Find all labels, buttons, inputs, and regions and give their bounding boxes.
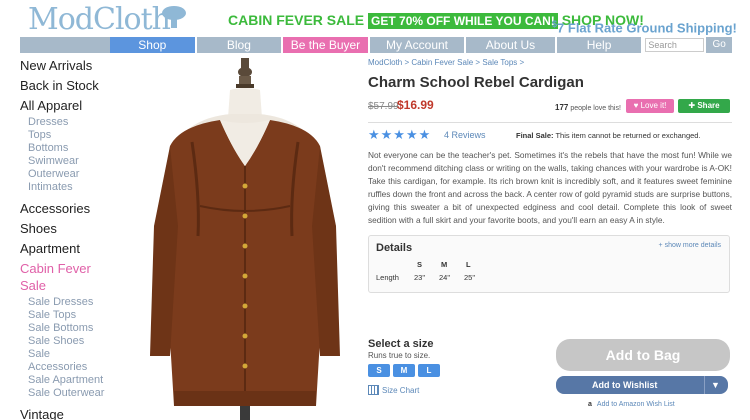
- price-row: $57.99 $16.99 177 people love this! ♥ Lo…: [368, 96, 732, 118]
- wishlist-separator: [704, 376, 705, 394]
- show-more-details-link[interactable]: + show more details: [659, 242, 721, 249]
- chevron-down-icon[interactable]: ▼: [711, 376, 720, 394]
- product-info: ModCloth > Cabin Fever Sale > Sale Tops …: [368, 58, 732, 293]
- promo-highlight: GET 70% OFF WHILE YOU CAN!: [368, 13, 558, 29]
- promo-text: CABIN FEVER SALE: [228, 12, 365, 28]
- size-chart-icon: [368, 385, 379, 395]
- sidebar-sale-shoes[interactable]: Sale Shoes: [20, 335, 140, 348]
- love-it-label: Love it!: [640, 101, 667, 110]
- mushroom-logo-icon: [162, 6, 186, 28]
- breadcrumb-sale-tops[interactable]: Sale Tops: [482, 58, 517, 67]
- select-size-title: Select a size: [368, 338, 434, 350]
- final-sale-label: Final Sale:: [516, 131, 554, 140]
- nav-blog[interactable]: Blog: [196, 37, 282, 53]
- size-m-button[interactable]: M: [393, 364, 415, 377]
- nav-shop[interactable]: Shop: [110, 37, 195, 53]
- header: ModCloth CABIN FEVER SALE GET 70% OFF WH…: [0, 0, 750, 37]
- sidebar-sale[interactable]: Sale: [20, 276, 140, 296]
- share-button[interactable]: ✚ Share: [678, 99, 730, 113]
- sidebar-bottoms[interactable]: Bottoms: [20, 142, 140, 155]
- divider: [368, 122, 732, 123]
- size-buttons: S M L: [368, 364, 548, 377]
- details-title: Details: [376, 242, 413, 254]
- sidebar-shoes[interactable]: Shoes: [20, 219, 140, 239]
- nav-help[interactable]: Help: [556, 37, 642, 53]
- search-input[interactable]: Search: [645, 38, 705, 52]
- length-l: 25": [464, 273, 476, 282]
- sale-price: $16.99: [397, 98, 434, 112]
- cardigan-on-dress-form-image: [150, 58, 340, 420]
- sidebar-sale-outerwear[interactable]: Sale Outerwear: [20, 387, 140, 400]
- sidebar-new-arrivals[interactable]: New Arrivals: [20, 56, 140, 76]
- modcloth-logo[interactable]: ModCloth: [28, 2, 171, 37]
- sidebar-intimates[interactable]: Intimates: [20, 181, 140, 194]
- size-chart-link[interactable]: Size Chart: [368, 385, 548, 395]
- sidebar-vintage[interactable]: Vintage: [20, 405, 140, 420]
- length-label: Length: [376, 273, 399, 282]
- size-selector: Select a size Runs true to size. S M L S…: [368, 338, 548, 395]
- final-sale-text: This item cannot be returned or exchange…: [555, 131, 701, 140]
- sidebar-tops[interactable]: Tops: [20, 129, 140, 142]
- length-m: 24": [439, 273, 451, 282]
- sidebar-back-in-stock[interactable]: Back in Stock: [20, 76, 140, 96]
- shipping-amount: 7: [557, 20, 565, 36]
- length-s: 23": [414, 273, 426, 282]
- size-header-s: S: [417, 260, 423, 269]
- runs-true-note: Runs true to size.: [368, 351, 431, 360]
- final-sale-notice: Final Sale: This item cannot be returned…: [516, 131, 701, 140]
- rating-row: ★★★★★ 4 Reviews Final Sale: This item ca…: [368, 126, 732, 146]
- details-panel: Details + show more details S M L Length…: [368, 235, 730, 293]
- nav-my-account[interactable]: My Account: [369, 37, 465, 53]
- share-label: Share: [697, 101, 720, 110]
- search-go-button[interactable]: Go: [706, 37, 732, 53]
- breadcrumb-cabin-fever-sale[interactable]: Cabin Fever Sale: [411, 58, 473, 67]
- sidebar-sale-apartment[interactable]: Sale Apartment: [20, 374, 140, 387]
- sidebar-sale-bottoms[interactable]: Sale Bottoms: [20, 322, 140, 335]
- size-chart-label: Size Chart: [382, 385, 420, 395]
- main-nav: Shop Blog Be the Buyer My Account About …: [20, 37, 732, 53]
- reviews-link[interactable]: 4 Reviews: [444, 130, 486, 140]
- sidebar-all-apparel[interactable]: All Apparel: [20, 96, 140, 116]
- nav-about-us[interactable]: About Us: [466, 37, 555, 53]
- page: ModCloth CABIN FEVER SALE GET 70% OFF WH…: [0, 0, 750, 420]
- love-count-text: people love this!: [570, 105, 621, 112]
- product-title: Charm School Rebel Cardigan: [368, 74, 584, 91]
- wishlist-label: Add to Wishlist: [592, 380, 658, 390]
- sidebar-sale-label[interactable]: Sale: [20, 348, 140, 361]
- amazon-icon: a: [588, 401, 592, 408]
- product-description: Not everyone can be the teacher's pet. S…: [368, 150, 732, 225]
- sidebar-dresses[interactable]: Dresses: [20, 116, 140, 129]
- shipping-text: Flat Rate Ground Shipping!: [567, 20, 737, 36]
- breadcrumb-modcloth[interactable]: ModCloth: [368, 58, 402, 67]
- original-price: $57.99: [368, 101, 399, 112]
- shipping-banner: $7 Flat Rate Ground Shipping!: [552, 19, 737, 36]
- amazon-wish-list-link[interactable]: a Add to Amazon Wish List: [588, 401, 675, 408]
- size-s-button[interactable]: S: [368, 364, 390, 377]
- love-count: 177 people love this!: [555, 103, 621, 112]
- size-l-button[interactable]: L: [418, 364, 440, 377]
- size-header-l: L: [466, 260, 471, 269]
- add-to-wishlist-button[interactable]: Add to Wishlist ▼: [556, 376, 728, 394]
- sidebar-apartment[interactable]: Apartment: [20, 239, 140, 259]
- sidebar-sale-dresses[interactable]: Sale Dresses: [20, 296, 140, 309]
- love-count-number: 177: [555, 103, 569, 112]
- amazon-label: Add to Amazon Wish List: [596, 401, 675, 408]
- sidebar-sale-tops[interactable]: Sale Tops: [20, 309, 140, 322]
- category-sidebar: New Arrivals Back in Stock All Apparel D…: [20, 56, 140, 420]
- love-it-button[interactable]: ♥ Love it!: [626, 99, 674, 113]
- breadcrumb: ModCloth > Cabin Fever Sale > Sale Tops …: [368, 58, 525, 67]
- sidebar-accessories[interactable]: Accessories: [20, 199, 140, 219]
- size-header-m: M: [441, 260, 448, 269]
- sidebar-swimwear[interactable]: Swimwear: [20, 155, 140, 168]
- sidebar-sale-accessories[interactable]: Accessories: [20, 361, 140, 374]
- sidebar-outerwear[interactable]: Outerwear: [20, 168, 140, 181]
- product-image[interactable]: [140, 56, 350, 420]
- star-rating-icon[interactable]: ★★★★★: [368, 127, 431, 143]
- add-to-bag-button[interactable]: Add to Bag: [556, 339, 730, 371]
- nav-be-the-buyer[interactable]: Be the Buyer: [283, 37, 368, 53]
